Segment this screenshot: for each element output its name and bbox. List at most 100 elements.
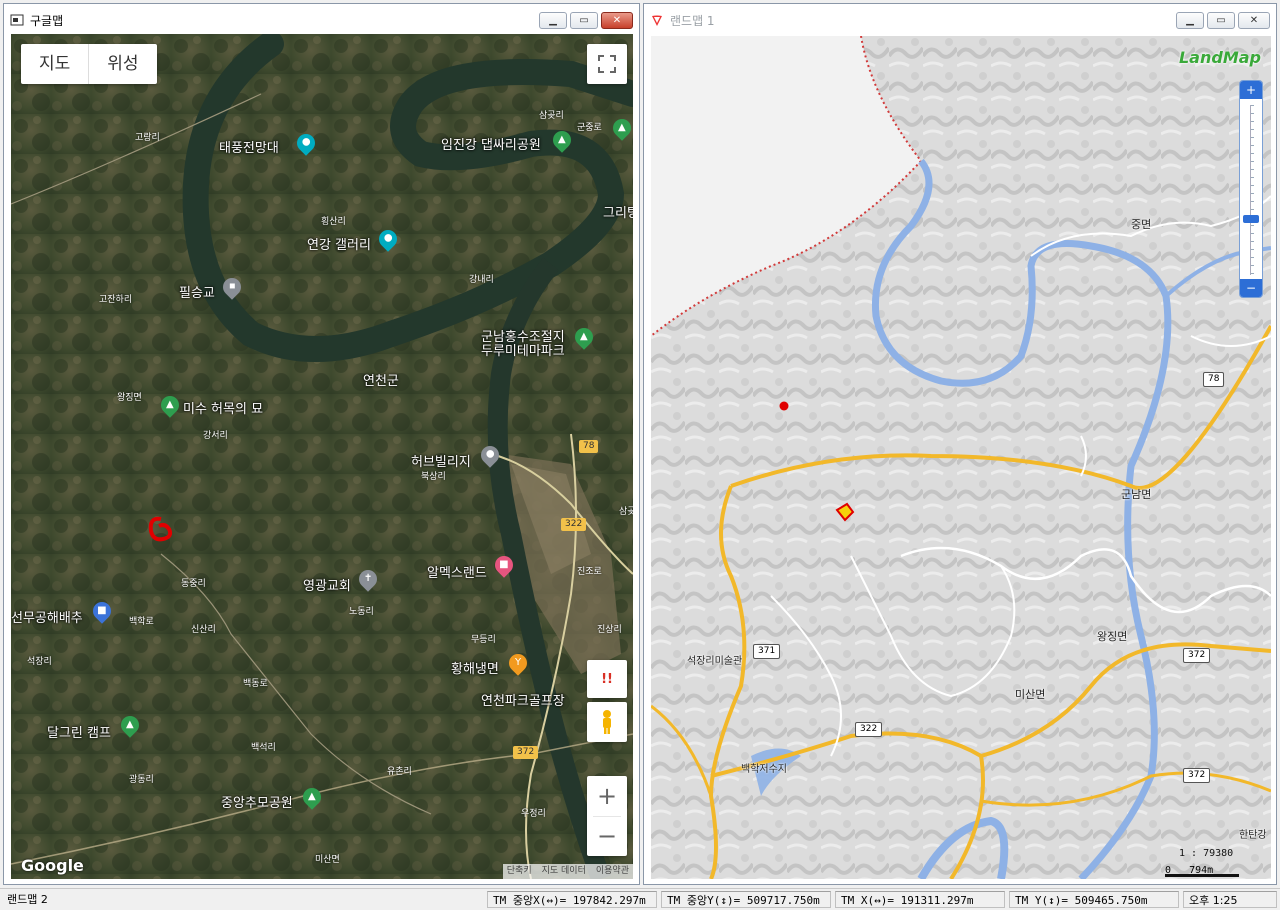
label-samgot: 삼곶리 bbox=[539, 111, 564, 121]
place-grill[interactable]: 그리팅 bbox=[603, 202, 633, 221]
lm-route-371: 371 bbox=[753, 644, 781, 659]
map-type-satellite[interactable]: 위성 bbox=[88, 44, 156, 84]
landmap-minimize-button[interactable]: ▁ bbox=[1176, 12, 1204, 29]
fullscreen-button[interactable] bbox=[587, 44, 627, 84]
label-gangnae: 강내리 bbox=[469, 275, 494, 285]
route-78-shield: 78 bbox=[579, 440, 599, 453]
landmap-logo: LandMap bbox=[1178, 48, 1261, 67]
app-icon bbox=[10, 13, 24, 27]
place-gunnam-2[interactable]: 두루미테마파크 bbox=[481, 340, 565, 359]
label-wangjing: 왕징면 bbox=[117, 393, 142, 403]
label-jinjo: 진조로 bbox=[577, 567, 602, 577]
window-title: 구글맵 bbox=[30, 13, 64, 28]
scale-ratio: 1 : 79380 bbox=[1179, 848, 1234, 859]
place-golf[interactable]: 연천파크골프장 bbox=[481, 690, 565, 709]
place-alps[interactable]: 알멕스랜드 bbox=[427, 562, 487, 581]
satellite-map[interactable]: 지도 위성 태풍전망대 ● 임진강 댑싸리공원 ▲ ▲ 그리팅 연강 갤러리 ●… bbox=[11, 34, 633, 879]
place-pilseung[interactable]: 필승교 bbox=[179, 282, 215, 301]
google-map-titlebar[interactable]: 구글맵 ▁ ▭ ✕ bbox=[4, 4, 639, 36]
maximize-button[interactable]: ▭ bbox=[570, 12, 598, 29]
label-dongjung: 동중리 bbox=[181, 579, 206, 589]
label-sam: 삼곶 bbox=[619, 507, 633, 517]
landmap-app-icon bbox=[650, 13, 664, 27]
lm-route-372-a: 372 bbox=[1183, 648, 1211, 663]
place-misu[interactable]: 미수 허목의 묘 bbox=[183, 398, 263, 417]
map-data-link[interactable]: 지도 데이터 bbox=[542, 864, 586, 879]
scale-bar: 0 794m bbox=[1165, 862, 1239, 877]
fullscreen-icon bbox=[598, 55, 616, 73]
status-title: 랜드맵 2 bbox=[2, 891, 482, 908]
zoom-in-button[interactable]: + bbox=[587, 776, 627, 816]
landmap-zoom-slider[interactable]: + − bbox=[1239, 80, 1263, 298]
status-tm-center-x: TM 중앙X(↔)= 197842.297m bbox=[487, 891, 657, 908]
zoom-out-button[interactable]: − bbox=[587, 817, 627, 856]
zoom-plus-icon[interactable]: + bbox=[1240, 81, 1262, 99]
place-church[interactable]: 영광교회 bbox=[303, 575, 351, 594]
attribution-bar: 단축키 지도 데이터 이용약관 bbox=[502, 864, 633, 879]
zoom-minus-icon[interactable]: − bbox=[1240, 279, 1262, 297]
label-mudeung: 무등리 bbox=[471, 635, 496, 645]
landmap-window-title: 랜드맵 1 bbox=[670, 13, 715, 28]
landmap-maximize-button[interactable]: ▭ bbox=[1207, 12, 1235, 29]
lm-route-78: 78 bbox=[1203, 372, 1225, 387]
zoom-control: + − bbox=[587, 776, 627, 856]
route-372-shield: 372 bbox=[513, 746, 539, 759]
town-wangjing: 왕징면 bbox=[1097, 630, 1128, 643]
label-ujeong: 우정리 bbox=[521, 809, 546, 819]
landmap-close-button[interactable]: ✕ bbox=[1238, 12, 1270, 29]
town-gunnam: 군남면 bbox=[1121, 488, 1152, 501]
map-type-control: 지도 위성 bbox=[21, 44, 157, 84]
close-button[interactable]: ✕ bbox=[601, 12, 633, 29]
place-dalgreen[interactable]: 달그린 캠프 bbox=[47, 722, 111, 741]
zoom-thumb[interactable] bbox=[1243, 215, 1259, 223]
shortcuts-link[interactable]: 단축키 bbox=[507, 864, 532, 879]
place-yeoncheon[interactable]: 연천군 bbox=[363, 370, 399, 389]
label-buksang: 북상리 bbox=[421, 472, 446, 482]
landmap-titlebar[interactable]: 랜드맵 1 ▁ ▭ ✕ bbox=[644, 4, 1276, 36]
place-imjin[interactable]: 임진강 댑싸리공원 bbox=[441, 134, 541, 153]
map-type-map[interactable]: 지도 bbox=[21, 44, 88, 84]
town-hantan: 한탄강 bbox=[1239, 830, 1267, 841]
label-yuchon: 유촌리 bbox=[387, 767, 412, 777]
scale-bar-label: 0 794m bbox=[1165, 865, 1214, 876]
google-logo: Google bbox=[21, 856, 84, 875]
landmap-terrain bbox=[651, 36, 1271, 879]
place-hwanghae[interactable]: 황해냉면 bbox=[451, 658, 499, 677]
town-seokjang: 석장리미술관 bbox=[687, 656, 743, 667]
label-hoengsan: 횡산리 bbox=[321, 217, 346, 227]
label-gorang: 고랑리 bbox=[135, 133, 160, 143]
town-jung: 중면 bbox=[1131, 218, 1152, 231]
status-tm-y: TM Y(↕)= 509465.750m bbox=[1009, 891, 1179, 908]
status-bar: 랜드맵 2 TM 중앙X(↔)= 197842.297m TM 중앙Y(↕)= … bbox=[0, 888, 1280, 910]
label-gangseo: 강서리 bbox=[203, 431, 228, 441]
place-taepung[interactable]: 태풍전망대 bbox=[219, 137, 279, 156]
landmap-window: 랜드맵 1 ▁ ▭ ✕ LandMap + − 중면 군남면 왕징면 미산면 석… bbox=[643, 3, 1277, 885]
lm-route-372-b: 372 bbox=[1183, 768, 1211, 783]
label-gojang: 고잔하리 bbox=[99, 295, 133, 305]
status-tm-center-y: TM 중앙Y(↕)= 509717.750m bbox=[661, 891, 831, 908]
terms-link[interactable]: 이용약관 bbox=[596, 864, 629, 879]
place-herb[interactable]: 허브빌리지 bbox=[411, 451, 471, 470]
zoom-track[interactable] bbox=[1250, 105, 1254, 275]
town-misan: 미산면 bbox=[1015, 688, 1046, 701]
pegman-icon bbox=[603, 710, 611, 734]
label-seoksan: 석장리 bbox=[27, 657, 52, 667]
street-view-button[interactable] bbox=[587, 702, 627, 742]
minimize-button[interactable]: ▁ bbox=[539, 12, 567, 29]
label-baekhak: 백학로 bbox=[129, 617, 154, 627]
place-jungang[interactable]: 중앙추모공원 bbox=[221, 792, 293, 811]
status-tm-x: TM X(↔)= 191311.297m bbox=[835, 891, 1005, 908]
label-nodong: 노동리 bbox=[349, 607, 374, 617]
label-gwangdong: 광동리 bbox=[129, 775, 154, 785]
google-map-window: 구글맵 ▁ ▭ ✕ 지도 위성 태풍전망대 ● 임진강 댑싸리공원 ▲ ▲ 그리… bbox=[3, 3, 640, 885]
label-baekdong: 백동로 bbox=[243, 679, 268, 689]
landmap-map[interactable]: LandMap + − 중면 군남면 왕징면 미산면 석장리미술관 백학저수지 … bbox=[651, 36, 1271, 879]
place-yeongang[interactable]: 연강 갤러리 bbox=[307, 234, 371, 253]
place-seonmu[interactable]: 선무공해배추 bbox=[11, 607, 83, 626]
label-misan: 미산면 bbox=[315, 855, 340, 865]
report-button[interactable]: !! bbox=[587, 660, 627, 698]
label-jinsang: 진상리 bbox=[597, 625, 622, 635]
status-time: 오후 1:25 bbox=[1183, 891, 1277, 908]
satellite-imagery bbox=[11, 34, 633, 879]
report-label: !! bbox=[601, 671, 613, 687]
